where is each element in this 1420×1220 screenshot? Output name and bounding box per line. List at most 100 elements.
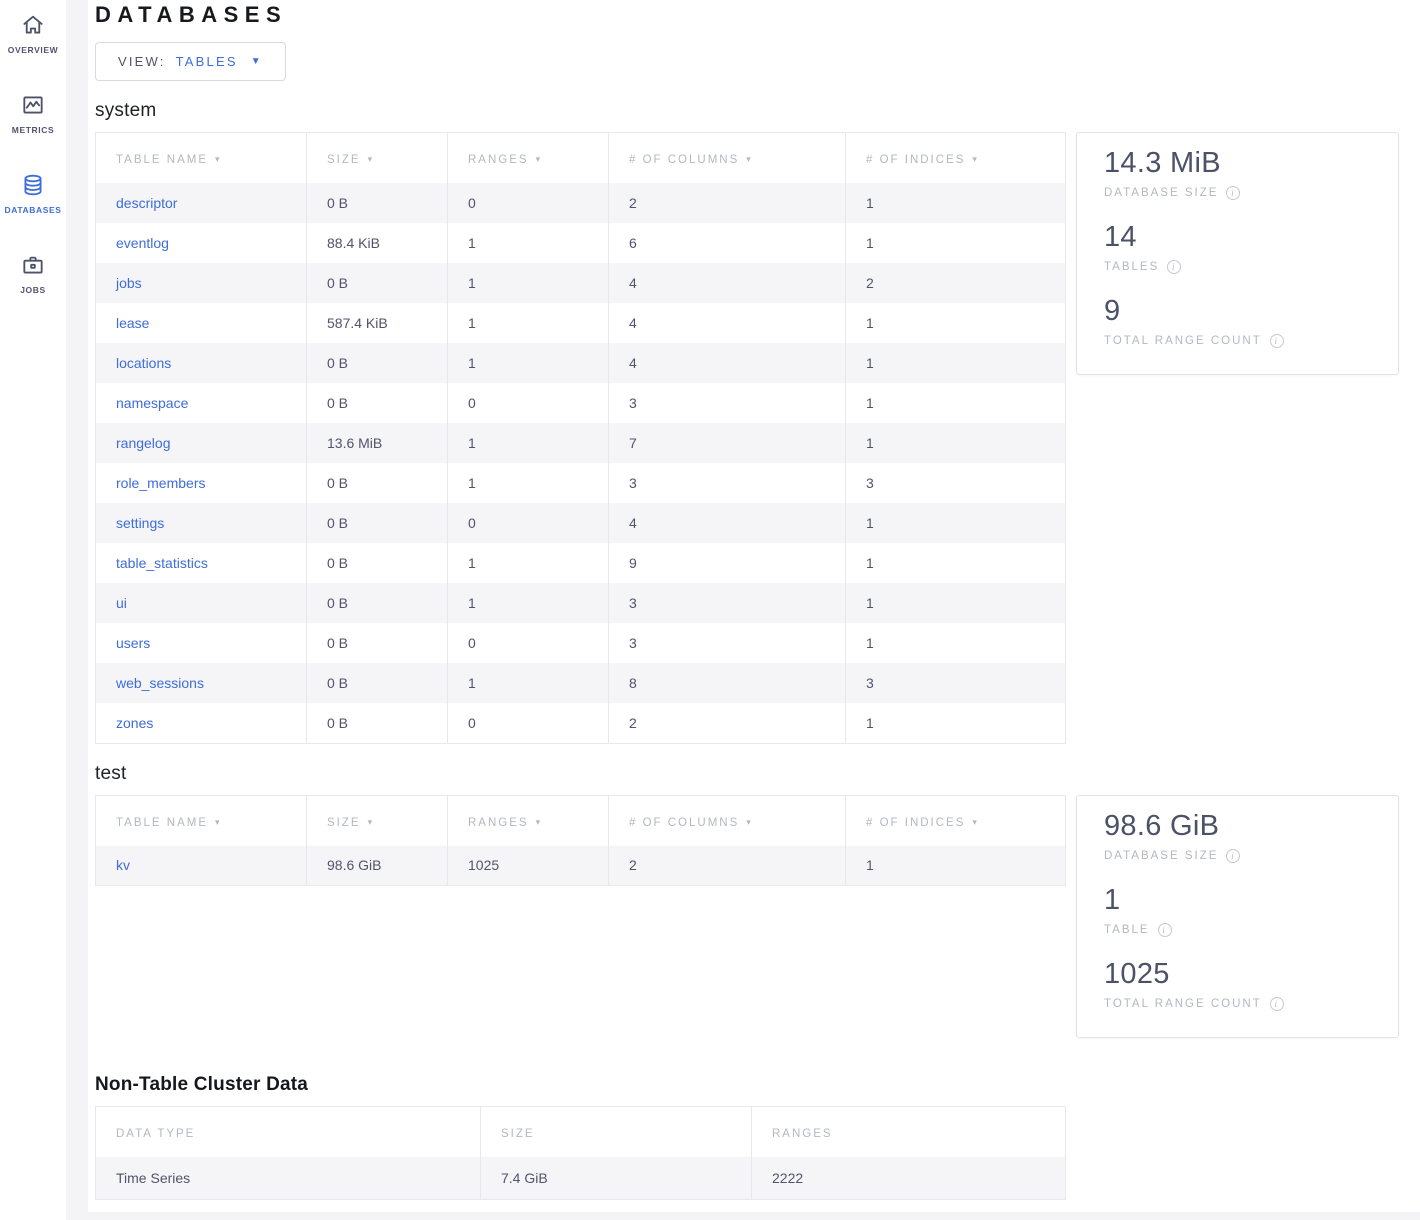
column-header-num-columns[interactable]: # OF COLUMNS▾ <box>609 133 846 184</box>
table-name-link[interactable]: zones <box>116 715 153 731</box>
num-indices-cell: 3 <box>846 663 1066 703</box>
table-row: role_members 0 B 1 3 3 <box>96 463 1066 503</box>
info-icon[interactable]: i <box>1226 186 1240 200</box>
table-header-row: DATA TYPE SIZE RANGES <box>96 1106 1066 1157</box>
ranges-cell: 1 <box>448 303 609 343</box>
sort-caret-icon: ▾ <box>972 817 979 827</box>
table-name-link[interactable]: table_statistics <box>116 555 208 571</box>
main-content: DATABASES VIEW: TABLES ▼ system TABLE NA… <box>88 0 1420 1212</box>
column-header-num-indices[interactable]: # OF INDICES▾ <box>846 133 1066 184</box>
sidebar-item-label: METRICS <box>12 125 54 135</box>
column-header-size[interactable]: SIZE▾ <box>307 133 448 184</box>
size-cell: 0 B <box>307 623 448 663</box>
database-name-heading: test <box>95 763 1420 785</box>
table-header-row: TABLE NAME▾ SIZE▾ RANGES▾ # OF COLUMNS▾ … <box>96 133 1066 184</box>
database-size-label: DATABASE SIZE <box>1104 850 1218 862</box>
table-row: ui 0 B 1 3 1 <box>96 583 1066 623</box>
column-header-size[interactable]: SIZE▾ <box>307 795 448 846</box>
size-cell: 0 B <box>307 703 448 743</box>
table-name-link[interactable]: descriptor <box>116 195 177 211</box>
num-indices-cell: 1 <box>846 383 1066 423</box>
tables-count-label: TABLE <box>1104 924 1150 936</box>
table-row: zones 0 B 0 2 1 <box>96 703 1066 743</box>
num-indices-cell: 1 <box>846 423 1066 463</box>
column-header-table-name[interactable]: TABLE NAME▾ <box>96 795 307 846</box>
column-header-num-columns[interactable]: # OF COLUMNS▾ <box>609 795 846 846</box>
size-cell: 0 B <box>307 343 448 383</box>
num-indices-cell: 1 <box>846 703 1066 743</box>
ranges-cell: 1 <box>448 663 609 703</box>
sort-caret-icon: ▾ <box>215 154 222 164</box>
tables-count-value: 1 <box>1104 884 1378 917</box>
info-icon[interactable]: i <box>1226 849 1240 863</box>
database-name-heading: system <box>95 100 1420 122</box>
ranges-cell: 1 <box>448 263 609 303</box>
table-row: Time Series 7.4 GiB 2222 <box>96 1157 1066 1200</box>
sort-caret-icon: ▾ <box>536 154 543 164</box>
info-icon[interactable]: i <box>1270 334 1284 348</box>
num-columns-cell: 4 <box>609 303 846 343</box>
table-row: kv 98.6 GiB 1025 2 1 <box>96 846 1066 886</box>
table-name-link[interactable]: ui <box>116 595 127 611</box>
size-cell: 88.4 KiB <box>307 223 448 263</box>
ranges-cell: 1 <box>448 423 609 463</box>
tables-count-stat: 14 TABLES i <box>1104 221 1378 274</box>
size-cell: 0 B <box>307 383 448 423</box>
sidebar-item-label: OVERVIEW <box>8 45 58 55</box>
view-selector-value: TABLES <box>176 54 238 69</box>
sidebar-item-databases[interactable]: DATABASES <box>0 160 66 240</box>
database-summary-card: 98.6 GiB DATABASE SIZE i 1 TABLE i 1025 <box>1076 795 1399 1038</box>
num-columns-cell: 9 <box>609 543 846 583</box>
database-size-label: DATABASE SIZE <box>1104 187 1218 199</box>
sidebar-item-overview[interactable]: OVERVIEW <box>0 0 66 80</box>
range-count-label: TOTAL RANGE COUNT <box>1104 998 1262 1010</box>
table-name-link[interactable]: users <box>116 635 150 651</box>
column-header-ranges[interactable]: RANGES▾ <box>448 133 609 184</box>
table-name-link[interactable]: locations <box>116 355 171 371</box>
column-header-ranges[interactable]: RANGES▾ <box>448 795 609 846</box>
ranges-cell: 0 <box>448 503 609 543</box>
column-header-num-indices[interactable]: # OF INDICES▾ <box>846 795 1066 846</box>
sidebar: OVERVIEW METRICS DATABASES <box>0 0 66 1220</box>
column-header-table-name[interactable]: TABLE NAME▾ <box>96 133 307 184</box>
sort-caret-icon: ▾ <box>972 154 979 164</box>
info-icon[interactable]: i <box>1270 997 1284 1011</box>
info-icon[interactable]: i <box>1167 260 1181 274</box>
table-name-link[interactable]: jobs <box>116 275 142 291</box>
table-name-link[interactable]: settings <box>116 515 164 531</box>
num-columns-cell: 2 <box>609 183 846 223</box>
num-columns-cell: 3 <box>609 383 846 423</box>
table-row: descriptor 0 B 0 2 1 <box>96 183 1066 223</box>
ranges-cell: 2222 <box>752 1157 1066 1200</box>
size-cell: 0 B <box>307 583 448 623</box>
chevron-down-icon: ▼ <box>251 56 263 67</box>
table-name-link[interactable]: rangelog <box>116 435 171 451</box>
ranges-cell: 0 <box>448 383 609 423</box>
ranges-cell: 1 <box>448 343 609 383</box>
table-row: eventlog 88.4 KiB 1 6 1 <box>96 223 1066 263</box>
num-indices-cell: 1 <box>846 623 1066 663</box>
database-summary-card: 14.3 MiB DATABASE SIZE i 14 TABLES i 9 <box>1076 132 1399 375</box>
table-row: lease 587.4 KiB 1 4 1 <box>96 303 1066 343</box>
size-cell: 0 B <box>307 503 448 543</box>
num-columns-cell: 3 <box>609 463 846 503</box>
database-size-stat: 14.3 MiB DATABASE SIZE i <box>1104 147 1378 200</box>
table-name-link[interactable]: kv <box>116 857 130 873</box>
view-selector-dropdown[interactable]: VIEW: TABLES ▼ <box>95 42 286 81</box>
num-indices-cell: 1 <box>846 503 1066 543</box>
sidebar-item-jobs[interactable]: JOBS <box>0 240 66 320</box>
num-indices-cell: 1 <box>846 183 1066 223</box>
sort-caret-icon: ▾ <box>536 817 543 827</box>
table-name-link[interactable]: role_members <box>116 475 205 491</box>
table-name-link[interactable]: lease <box>116 315 149 331</box>
table-name-link[interactable]: eventlog <box>116 235 169 251</box>
num-indices-cell: 1 <box>846 343 1066 383</box>
table-row: web_sessions 0 B 1 8 3 <box>96 663 1066 703</box>
table-name-link[interactable]: web_sessions <box>116 675 204 691</box>
table-name-link[interactable]: namespace <box>116 395 188 411</box>
info-icon[interactable]: i <box>1158 923 1172 937</box>
sidebar-item-metrics[interactable]: METRICS <box>0 80 66 160</box>
num-indices-cell: 3 <box>846 463 1066 503</box>
column-header-size: SIZE <box>481 1106 752 1157</box>
database-size-stat: 98.6 GiB DATABASE SIZE i <box>1104 810 1378 863</box>
